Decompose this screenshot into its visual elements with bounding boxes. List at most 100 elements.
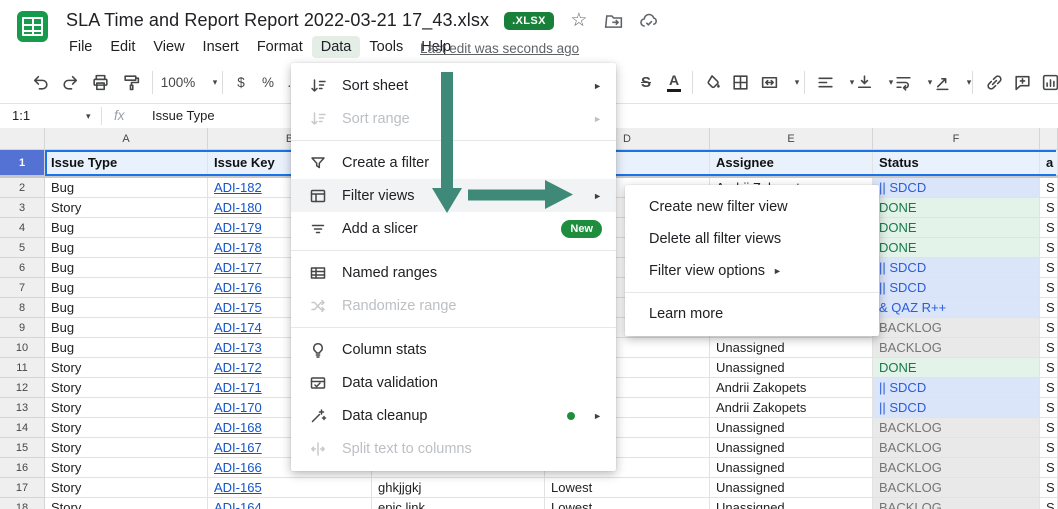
row-header-12[interactable]: 12: [0, 378, 45, 398]
text-rotation-caret-icon[interactable]: ▾: [956, 62, 982, 103]
cell-A13[interactable]: Story: [45, 398, 208, 418]
row-header-13[interactable]: 13: [0, 398, 45, 418]
corner-select-all[interactable]: [0, 128, 45, 150]
submenu-item-create-new-filter-view[interactable]: Create new filter view: [625, 191, 879, 223]
cell-G9[interactable]: S: [1040, 318, 1058, 338]
row-header-14[interactable]: 14: [0, 418, 45, 438]
text-rotation-icon[interactable]: [929, 62, 955, 103]
cell-B18[interactable]: ADI-164: [208, 498, 372, 509]
row-header-18[interactable]: 18: [0, 498, 45, 509]
cell-F15[interactable]: BACKLOG: [873, 438, 1040, 458]
cell-G8[interactable]: S: [1040, 298, 1058, 318]
fill-color-icon[interactable]: [699, 62, 725, 103]
cell-G4[interactable]: S: [1040, 218, 1058, 238]
redo-icon[interactable]: [57, 62, 83, 103]
cell-G2[interactable]: S: [1040, 178, 1058, 198]
format-currency-button[interactable]: $: [229, 62, 253, 103]
row-header-3[interactable]: 3: [0, 198, 45, 218]
cloud-saved-icon[interactable]: [639, 11, 659, 31]
cell-F10[interactable]: BACKLOG: [873, 338, 1040, 358]
format-percent-button[interactable]: %: [256, 62, 280, 103]
row-header-8[interactable]: 8: [0, 298, 45, 318]
data-menu-item-named-ranges[interactable]: Named ranges: [291, 256, 616, 289]
menubar-item-tools[interactable]: Tools: [360, 36, 412, 58]
align-left-icon[interactable]: [812, 62, 838, 103]
borders-icon[interactable]: [727, 62, 753, 103]
sheets-logo[interactable]: [17, 11, 48, 42]
chart-icon[interactable]: [1037, 62, 1058, 103]
link-icon[interactable]: [981, 62, 1007, 103]
merge-caret-icon[interactable]: ▾: [784, 62, 810, 103]
move-to-folder-icon[interactable]: [604, 11, 624, 31]
cell-F17[interactable]: BACKLOG: [873, 478, 1040, 498]
row-header-17[interactable]: 17: [0, 478, 45, 498]
cell-A12[interactable]: Story: [45, 378, 208, 398]
row-header-7[interactable]: 7: [0, 278, 45, 298]
cell-E13[interactable]: Andrii Zakopets: [710, 398, 873, 418]
undo-icon[interactable]: [27, 62, 53, 103]
row-header-10[interactable]: 10: [0, 338, 45, 358]
name-box-caret-icon[interactable]: ▾: [86, 111, 91, 122]
row-header-11[interactable]: 11: [0, 358, 45, 378]
cell-G3[interactable]: S: [1040, 198, 1058, 218]
menubar-item-format[interactable]: Format: [248, 36, 312, 58]
menubar-item-edit[interactable]: Edit: [101, 36, 144, 58]
cell-D17[interactable]: Lowest: [545, 478, 710, 498]
cell-E10[interactable]: Unassigned: [710, 338, 873, 358]
comment-icon[interactable]: [1009, 62, 1035, 103]
cell-F14[interactable]: BACKLOG: [873, 418, 1040, 438]
cell-G15[interactable]: S: [1040, 438, 1058, 458]
paint-format-icon[interactable]: [118, 62, 144, 103]
cell-C18[interactable]: epic link: [372, 498, 545, 509]
text-color-icon[interactable]: A: [661, 62, 687, 103]
last-edit-status[interactable]: Last edit was seconds ago: [420, 41, 579, 56]
data-menu-item-data-cleanup[interactable]: Data cleanup►: [291, 399, 616, 432]
cell-G13[interactable]: S: [1040, 398, 1058, 418]
vertical-align-icon[interactable]: [851, 62, 877, 103]
zoom-select[interactable]: 100%: [156, 62, 200, 103]
cell-G10[interactable]: S: [1040, 338, 1058, 358]
data-menu-item-filter-views[interactable]: Filter views►: [291, 179, 616, 212]
cell-G6[interactable]: S: [1040, 258, 1058, 278]
cell-G5[interactable]: S: [1040, 238, 1058, 258]
cell-G7[interactable]: S: [1040, 278, 1058, 298]
formula-bar-value[interactable]: Issue Type: [152, 108, 215, 123]
cell-G17[interactable]: S: [1040, 478, 1058, 498]
cell-F9[interactable]: BACKLOG: [873, 318, 1040, 338]
cell-A3[interactable]: Story: [45, 198, 208, 218]
row-header-9[interactable]: 9: [0, 318, 45, 338]
cell-F16[interactable]: BACKLOG: [873, 458, 1040, 478]
cell-E17[interactable]: Unassigned: [710, 478, 873, 498]
cell-E14[interactable]: Unassigned: [710, 418, 873, 438]
cell-F11[interactable]: DONE: [873, 358, 1040, 378]
cell-A7[interactable]: Bug: [45, 278, 208, 298]
row-header-16[interactable]: 16: [0, 458, 45, 478]
document-title[interactable]: SLA Time and Report Report 2022-03-21 17…: [66, 10, 489, 31]
data-menu-item-data-validation[interactable]: Data validation: [291, 366, 616, 399]
data-menu-item-add-a-slicer[interactable]: Add a slicerNew: [291, 212, 616, 245]
cell-A18[interactable]: Story: [45, 498, 208, 509]
column-header-A[interactable]: A: [45, 128, 208, 150]
cell-A15[interactable]: Story: [45, 438, 208, 458]
column-header-F[interactable]: F: [873, 128, 1040, 150]
row-header-15[interactable]: 15: [0, 438, 45, 458]
cell-F8[interactable]: & QAZ R++: [873, 298, 1040, 318]
cell-E12[interactable]: Andrii Zakopets: [710, 378, 873, 398]
menubar-item-view[interactable]: View: [144, 36, 193, 58]
strikethrough-icon[interactable]: S: [633, 62, 659, 103]
cell-E16[interactable]: Unassigned: [710, 458, 873, 478]
row-header-1[interactable]: 1: [0, 150, 45, 176]
cell-G16[interactable]: S: [1040, 458, 1058, 478]
cell-B17[interactable]: ADI-165: [208, 478, 372, 498]
menubar-item-file[interactable]: File: [60, 36, 101, 58]
star-icon[interactable]: ☆: [569, 11, 589, 31]
zoom-caret-icon[interactable]: ▾: [202, 62, 228, 103]
cell-A10[interactable]: Bug: [45, 338, 208, 358]
submenu-item-learn-more[interactable]: Learn more: [625, 298, 879, 330]
row-header-5[interactable]: 5: [0, 238, 45, 258]
cell-A4[interactable]: Bug: [45, 218, 208, 238]
cell-G18[interactable]: S: [1040, 498, 1058, 509]
column-header-E[interactable]: E: [710, 128, 873, 150]
data-menu-item-column-stats[interactable]: Column stats: [291, 333, 616, 366]
row-header-2[interactable]: 2: [0, 178, 45, 198]
